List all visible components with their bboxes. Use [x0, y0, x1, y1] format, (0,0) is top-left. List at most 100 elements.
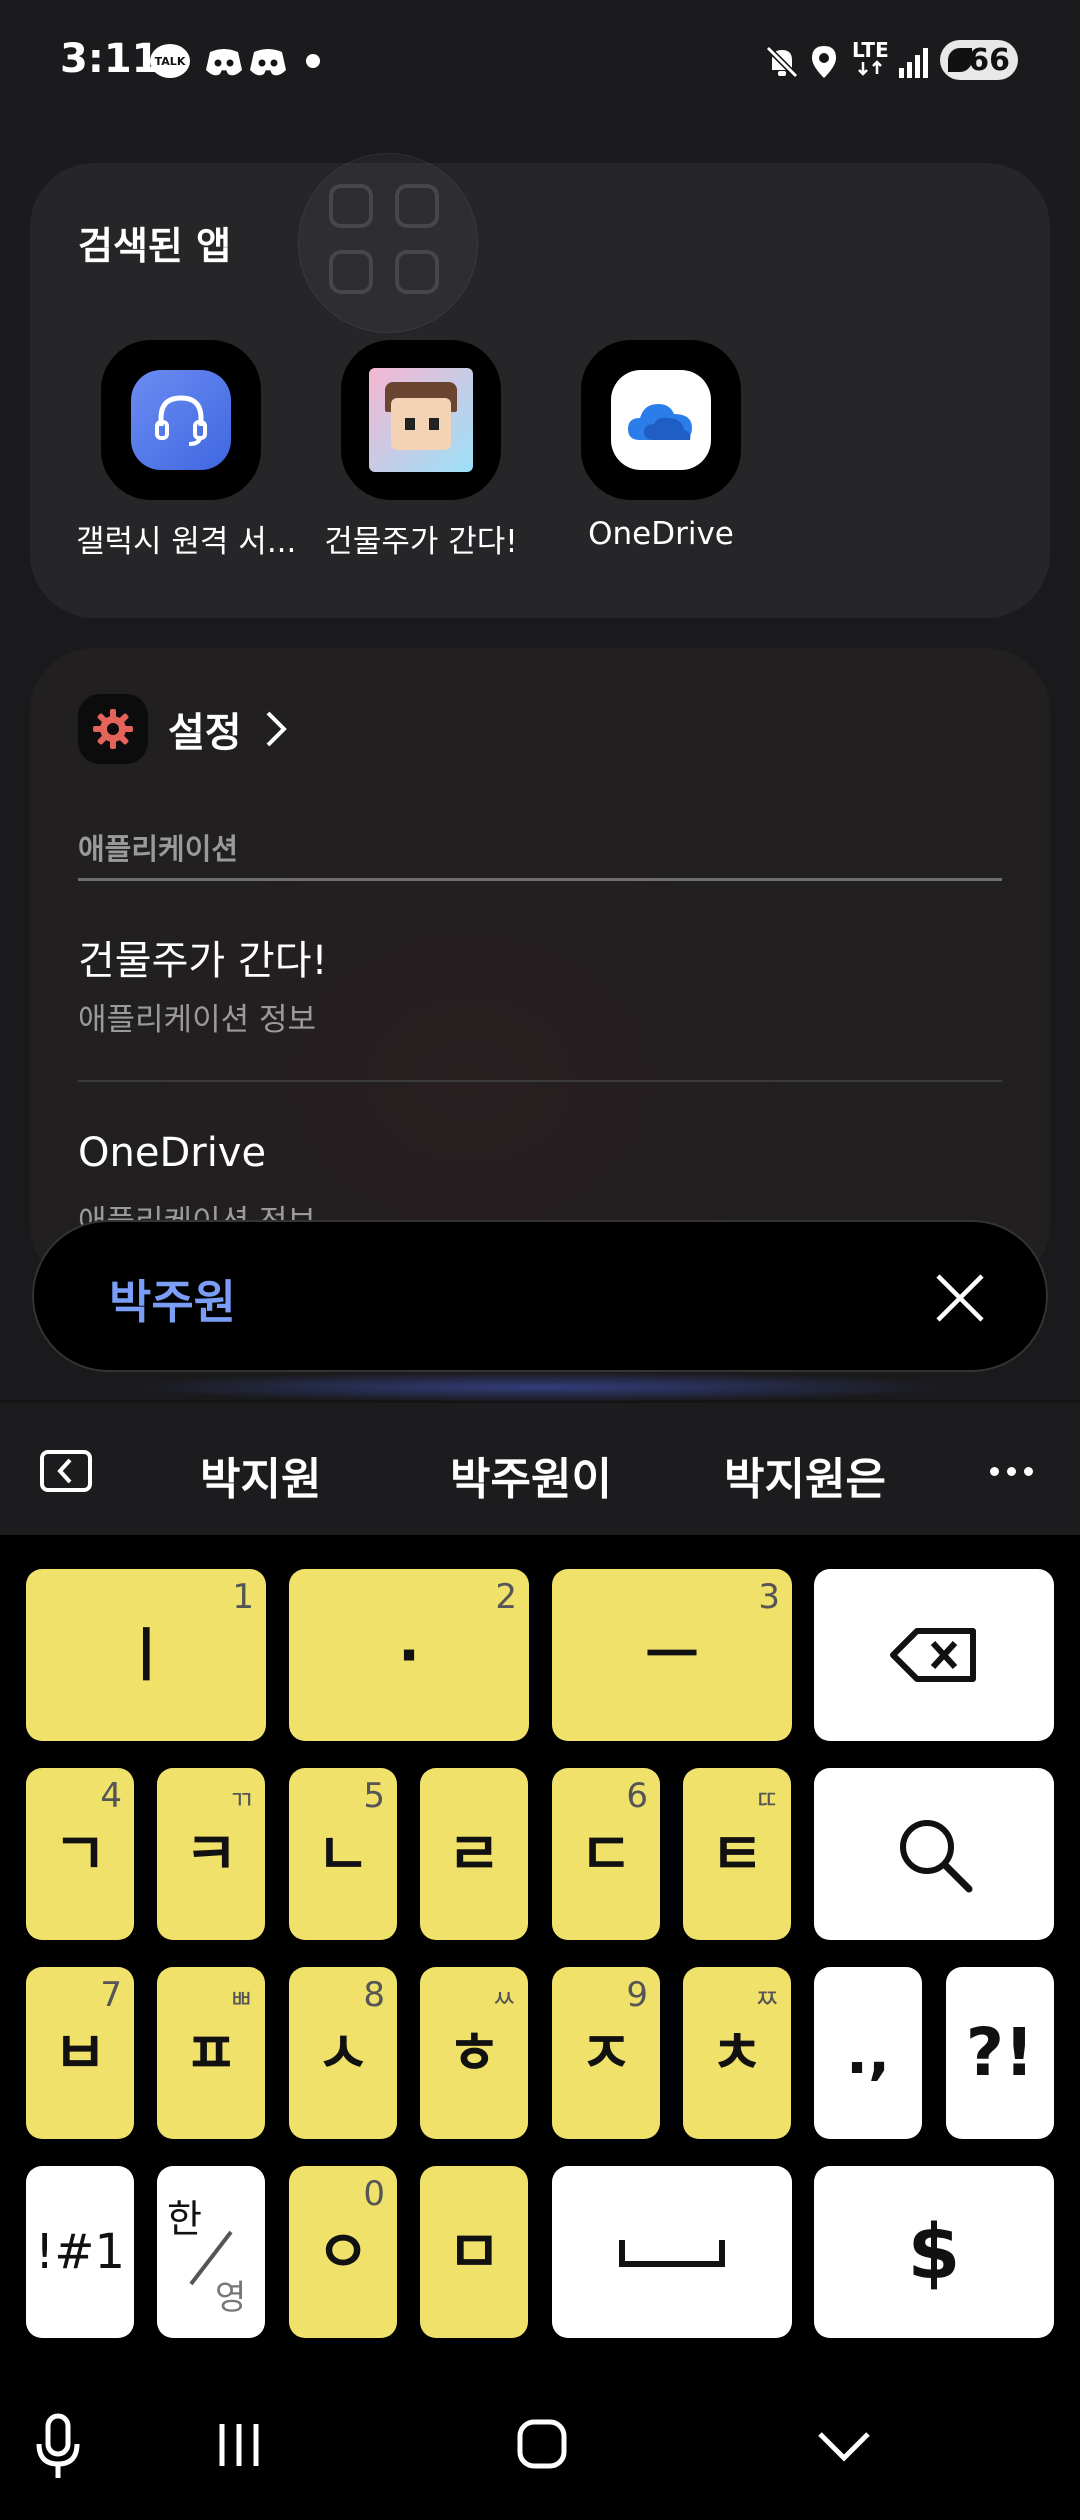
backspace-key[interactable]: [814, 1569, 1054, 1741]
settings-results-card: 설정 애플리케이션 건물주가 간다! 애플리케이션 정보 OneDrive 애플…: [30, 648, 1050, 1288]
key-consonant[interactable]: ㅋㄲ: [157, 1768, 265, 1940]
searched-apps-card: 검색된 앱 갤럭시 원격 서... 건물주가 간다! OneDrive: [30, 153, 1050, 618]
key-sublabel: 3: [758, 1577, 780, 1617]
key-label: ㅎ: [447, 2019, 501, 2087]
section-divider: [78, 878, 1002, 881]
key-sublabel: 9: [626, 1975, 648, 2015]
key-sublabel: 0: [363, 2174, 385, 2214]
microphone-icon[interactable]: [34, 2412, 82, 2482]
key-consonant[interactable]: ㅊㅉ: [683, 1967, 791, 2139]
row-divider: [78, 1080, 1002, 1082]
key-label: ㅋ: [184, 1820, 238, 1888]
recent-apps-icon[interactable]: [214, 2420, 264, 2470]
hide-keyboard-icon[interactable]: [816, 2430, 872, 2464]
searched-apps-title: 검색된 앱: [78, 224, 232, 268]
key-label: !#1: [35, 2224, 125, 2280]
key-label: ㄴ: [316, 1820, 370, 1888]
app-label: 갤럭시 원격 서...: [76, 524, 297, 560]
settings-header[interactable]: 설정: [78, 694, 288, 764]
result-subtitle: 애플리케이션 정보: [78, 1002, 317, 1038]
search-input[interactable]: 박주원: [109, 1266, 236, 1332]
space-key[interactable]: [552, 2166, 792, 2338]
app-onedrive[interactable]: OneDrive: [556, 340, 766, 552]
app-galaxy-remote-support[interactable]: 갤럭시 원격 서...: [76, 340, 297, 561]
key-sublabel: ㅆ: [492, 1985, 516, 2015]
key-label: ㅇ: [316, 2218, 370, 2286]
punctuation-key[interactable]: ?!: [946, 1967, 1054, 2139]
key-label: ?!: [965, 2014, 1035, 2091]
battery-level: 66: [968, 42, 1010, 78]
search-bar[interactable]: 박주원: [32, 1220, 1048, 1372]
search-icon: [900, 1820, 973, 1893]
kakaotalk-icon: TALK: [150, 44, 190, 78]
key-consonant[interactable]: ㅇ0: [289, 2166, 397, 2338]
key-label: ㅡ: [645, 1621, 699, 1689]
keyboard-suggestion-bar: 박지원 박주원이 박지원은: [0, 1403, 1080, 1535]
lte-icon: LTE: [852, 40, 889, 76]
key-consonant[interactable]: ㄴ5: [289, 1768, 397, 1940]
settings-gear-icon: [78, 694, 148, 764]
search-key[interactable]: [814, 1768, 1054, 1940]
app-grid-icon: [298, 153, 478, 333]
discord-icon: [248, 44, 288, 80]
key-vowel-dot[interactable]: · 2: [289, 1569, 529, 1741]
key-consonant[interactable]: ㅎㅆ: [420, 1967, 528, 2139]
key-sublabel: 2: [495, 1577, 517, 1617]
key-consonant[interactable]: ㄱ4: [26, 1768, 134, 1940]
key-label: ㅅ: [316, 2019, 370, 2087]
suggestion-item[interactable]: 박지원: [200, 1443, 321, 1507]
cloud-icon: [611, 370, 711, 470]
headset-icon: [131, 370, 231, 470]
key-consonant[interactable]: ㅅ8: [289, 1967, 397, 2139]
clock: 3:11: [60, 36, 160, 82]
key-label: ㅍ: [184, 2019, 238, 2087]
more-options-icon[interactable]: [990, 1461, 1041, 1480]
key-label: $: [907, 2207, 961, 2296]
punctuation-key[interactable]: .,: [814, 1967, 922, 2139]
key-vowel-i[interactable]: ㅣ1: [26, 1569, 266, 1741]
key-sublabel: 7: [100, 1975, 122, 2015]
collapse-toolbar-icon[interactable]: [40, 1450, 92, 1492]
key-label: ㅈ: [579, 2019, 633, 2087]
key-label: ·: [397, 1621, 421, 1689]
battery-saver-icon: [948, 48, 972, 72]
key-consonant[interactable]: ㄹ: [420, 1768, 528, 1940]
keyboard: ㅣ1 · 2 ㅡ3 ㄱ4 ㅋㄲ ㄴ5 ㄹ ㄷ6 ㅌㄸ ㅂ7 ㅍㅃ ㅅ8 ㅎㅆ ㅈ9…: [0, 1535, 1080, 2350]
location-icon: [810, 44, 838, 80]
key-sublabel: ㄸ: [755, 1786, 779, 1816]
home-icon[interactable]: [516, 2418, 568, 2470]
key-consonant[interactable]: ㅌㄸ: [683, 1768, 791, 1940]
settings-title: 설정: [168, 710, 242, 756]
suggestion-item[interactable]: 박지원은: [724, 1443, 886, 1507]
space-icon: [619, 2240, 725, 2267]
app-building-owner-game[interactable]: 건물주가 간다!: [316, 340, 526, 561]
mute-icon: [764, 44, 800, 80]
search-glow: [120, 1372, 960, 1402]
key-sublabel: 1: [232, 1577, 254, 1617]
key-label: ㅣ: [119, 1621, 173, 1689]
status-bar: 3:11 TALK LTE 66: [0, 0, 1080, 120]
slash-divider-icon: [189, 2230, 233, 2286]
key-consonant[interactable]: ㅈ9: [552, 1967, 660, 2139]
language-switch-key[interactable]: 한 영: [157, 2166, 265, 2338]
section-label: 애플리케이션: [78, 832, 239, 866]
app-label: OneDrive: [588, 516, 734, 552]
result-title: 건물주가 간다!: [78, 938, 328, 984]
game-icon: [369, 368, 473, 472]
lang-english-label: 영: [215, 2278, 247, 2318]
chevron-right-icon: [266, 711, 287, 747]
key-consonant[interactable]: ㄷ6: [552, 1768, 660, 1940]
suggestion-item[interactable]: 박주원이: [450, 1443, 612, 1507]
key-label: ㅊ: [710, 2019, 764, 2087]
key-vowel-eu[interactable]: ㅡ3: [552, 1569, 792, 1741]
key-label: ㄱ: [53, 1820, 107, 1888]
symbols-key[interactable]: !#1: [26, 2166, 134, 2338]
currency-key[interactable]: $: [814, 2166, 1054, 2338]
signal-icon: [898, 44, 928, 80]
key-sublabel: ㅃ: [229, 1985, 253, 2015]
key-consonant[interactable]: ㅁ: [420, 2166, 528, 2338]
key-consonant[interactable]: ㅍㅃ: [157, 1967, 265, 2139]
key-consonant[interactable]: ㅂ7: [26, 1967, 134, 2139]
close-icon[interactable]: [934, 1272, 986, 1324]
key-label: ㅁ: [447, 2218, 501, 2286]
